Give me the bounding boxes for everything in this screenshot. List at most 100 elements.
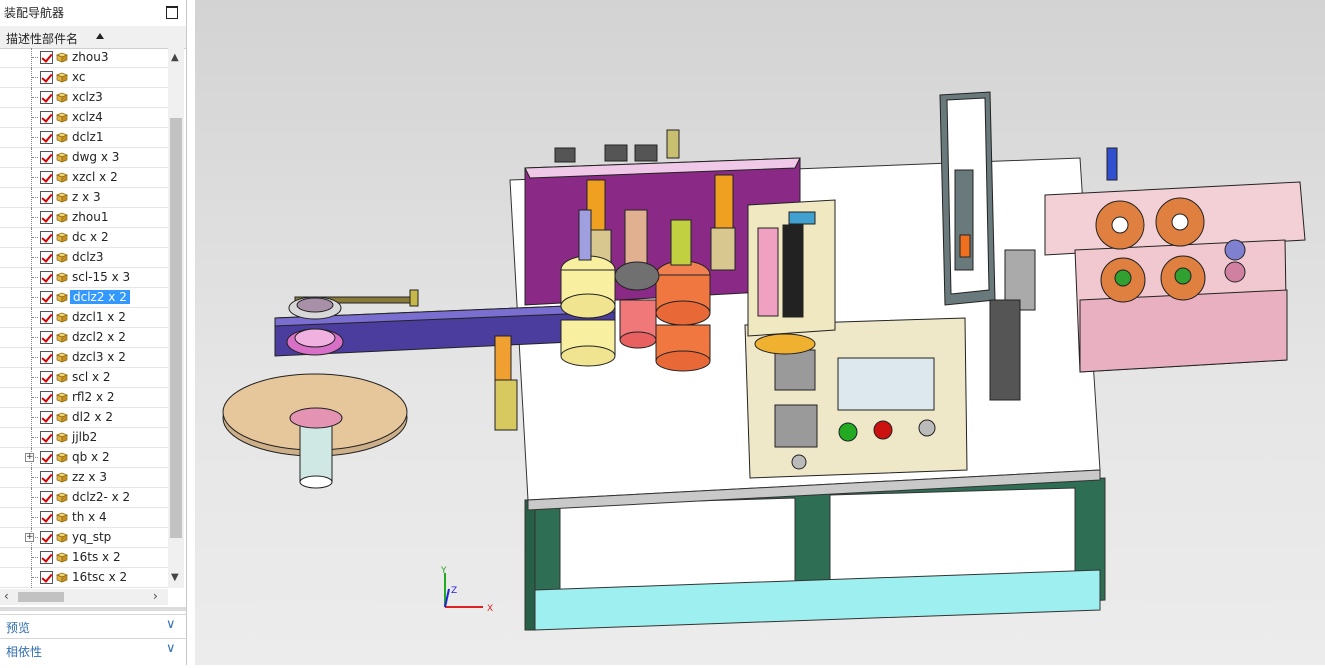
expand-plus-icon[interactable]: +: [25, 453, 34, 462]
tree-row[interactable]: dzcl2 x 2: [0, 328, 168, 348]
maximize-icon[interactable]: [166, 6, 178, 19]
tree-row[interactable]: jjlb2: [0, 428, 168, 448]
checked-checkbox-icon[interactable]: [40, 91, 53, 104]
checked-checkbox-icon[interactable]: [40, 551, 53, 564]
tree-row[interactable]: + yq_stp: [0, 528, 168, 548]
tree-vertical-scrollbar[interactable]: ▲ ▼: [168, 48, 184, 588]
checked-checkbox-icon[interactable]: [40, 251, 53, 264]
tree-row-label: dclz2- x 2: [72, 490, 131, 504]
checked-checkbox-icon[interactable]: [40, 151, 53, 164]
component-cube-icon: [56, 392, 68, 403]
view-triad: X Y Z: [440, 566, 493, 614]
tree-row-label: xzcl x 2: [72, 170, 118, 184]
tree-row[interactable]: rfl2 x 2: [0, 388, 168, 408]
scroll-down-icon[interactable]: ▼: [171, 572, 179, 583]
graphics-viewport[interactable]: X Y Z: [195, 0, 1325, 665]
checked-checkbox-icon[interactable]: [40, 231, 53, 244]
checked-checkbox-icon[interactable]: [40, 351, 53, 364]
tree-row[interactable]: zhou3: [0, 48, 168, 68]
checked-checkbox-icon[interactable]: [40, 211, 53, 224]
checked-checkbox-icon[interactable]: [40, 411, 53, 424]
checked-checkbox-icon[interactable]: [40, 331, 53, 344]
tree-row-label: dzcl1 x 2: [72, 310, 126, 324]
tree-guide-line: [32, 57, 38, 58]
tree-row[interactable]: dclz1: [0, 128, 168, 148]
checked-checkbox-icon[interactable]: [40, 391, 53, 404]
checked-checkbox-icon[interactable]: [40, 531, 53, 544]
tree-row[interactable]: dl2 x 2: [0, 408, 168, 428]
column-header[interactable]: 描述性部件名: [0, 26, 186, 49]
sort-ascending-icon[interactable]: [96, 33, 104, 39]
hscroll-thumb[interactable]: [18, 592, 64, 602]
tree-row-label: 16tsc x 2: [72, 570, 128, 584]
chevron-down-icon[interactable]: ∨: [166, 617, 176, 632]
checked-checkbox-icon[interactable]: [40, 451, 53, 464]
tree-row[interactable]: scl-15 x 3: [0, 268, 168, 288]
component-cube-icon: [56, 132, 68, 143]
machine-model-render[interactable]: [195, 0, 1325, 665]
tree-row[interactable]: xclz3: [0, 88, 168, 108]
checked-checkbox-icon[interactable]: [40, 471, 53, 484]
checked-checkbox-icon[interactable]: [40, 111, 53, 124]
tree-row[interactable]: dclz3: [0, 248, 168, 268]
tree-horizontal-scrollbar[interactable]: ‹ ›: [0, 589, 168, 605]
component-cube-icon: [56, 472, 68, 483]
checked-checkbox-icon[interactable]: [40, 131, 53, 144]
dependency-panel-header[interactable]: 相依性 ∨: [0, 638, 186, 661]
checked-checkbox-icon[interactable]: [40, 271, 53, 284]
component-cube-icon: [56, 292, 68, 303]
tree-guide-line: [32, 357, 38, 358]
tree-guide-line: [31, 48, 33, 68]
tree-guide-line: [32, 197, 38, 198]
tree-row[interactable]: + qb x 2: [0, 448, 168, 468]
checked-checkbox-icon[interactable]: [40, 51, 53, 64]
tree-row[interactable]: dc x 2: [0, 228, 168, 248]
panel-splitter[interactable]: [0, 607, 186, 611]
scroll-thumb[interactable]: [170, 118, 182, 538]
tree-row[interactable]: 16ts x 2: [0, 548, 168, 568]
scroll-left-icon[interactable]: ‹: [4, 589, 9, 603]
tree-guide-line: [31, 268, 33, 288]
tree-row[interactable]: dzcl1 x 2: [0, 308, 168, 328]
tree-row[interactable]: scl x 2: [0, 368, 168, 388]
expand-plus-icon[interactable]: +: [25, 533, 34, 542]
component-cube-icon: [56, 332, 68, 343]
tree-row[interactable]: zhou1: [0, 208, 168, 228]
checked-checkbox-icon[interactable]: [40, 571, 53, 584]
tree-guide-line: [31, 248, 33, 268]
tree-row-label: 16ts x 2: [72, 550, 121, 564]
tree-row[interactable]: zz x 3: [0, 468, 168, 488]
tree-row[interactable]: dclz2 x 2: [0, 288, 168, 308]
checked-checkbox-icon[interactable]: [40, 311, 53, 324]
tree-row[interactable]: 16tsc x 2: [0, 568, 168, 588]
tree-row[interactable]: dzcl3 x 2: [0, 348, 168, 368]
preview-label: 预览: [6, 621, 31, 635]
tree-row[interactable]: dclz2- x 2: [0, 488, 168, 508]
checked-checkbox-icon[interactable]: [40, 491, 53, 504]
checked-checkbox-icon[interactable]: [40, 171, 53, 184]
tree-row[interactable]: xclz4: [0, 108, 168, 128]
tree-row[interactable]: xzcl x 2: [0, 168, 168, 188]
tree-row[interactable]: xc: [0, 68, 168, 88]
chevron-down-icon[interactable]: ∨: [166, 641, 176, 656]
tree-guide-line: [32, 297, 38, 298]
checked-checkbox-icon[interactable]: [40, 431, 53, 444]
tree-row[interactable]: dwg x 3: [0, 148, 168, 168]
preview-panel-header[interactable]: 预览 ∨: [0, 614, 186, 637]
tree-row-label: scl-15 x 3: [72, 270, 131, 284]
scroll-up-icon[interactable]: ▲: [171, 52, 179, 63]
component-cube-icon: [56, 232, 68, 243]
tree-guide-line: [31, 288, 33, 308]
tree-row[interactable]: z x 3: [0, 188, 168, 208]
checked-checkbox-icon[interactable]: [40, 371, 53, 384]
checked-checkbox-icon[interactable]: [40, 511, 53, 524]
scroll-right-icon[interactable]: ›: [153, 589, 158, 603]
checked-checkbox-icon[interactable]: [40, 71, 53, 84]
tree-guide-line: [31, 488, 33, 508]
checked-checkbox-icon[interactable]: [40, 291, 53, 304]
tree-row-label: xclz3: [72, 90, 103, 104]
tree-guide-line: [32, 257, 38, 258]
tree-row-label: dzcl2 x 2: [72, 330, 126, 344]
checked-checkbox-icon[interactable]: [40, 191, 53, 204]
tree-row[interactable]: th x 4: [0, 508, 168, 528]
